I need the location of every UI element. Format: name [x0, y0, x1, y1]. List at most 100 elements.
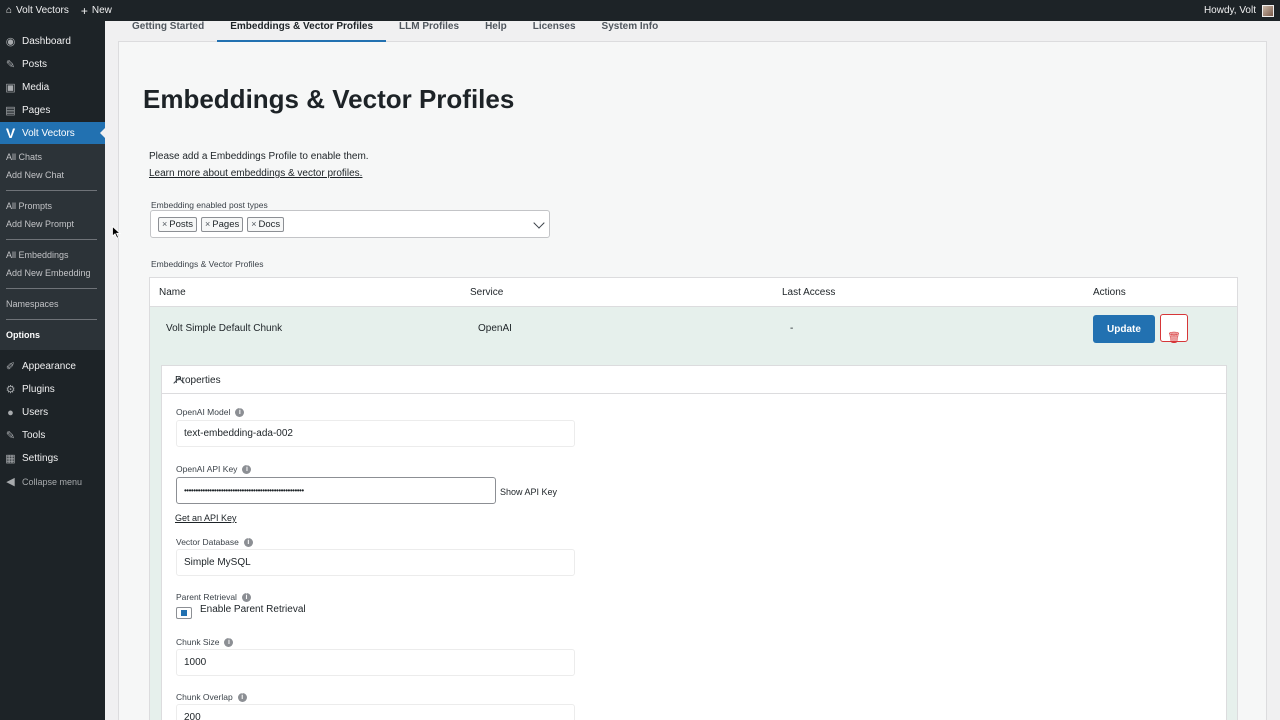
volt-v-icon: V [5, 125, 16, 141]
submenu-divider [6, 190, 97, 191]
menu-item-volt-vectors[interactable]: V Volt Vectors [0, 122, 105, 144]
parent-retrieval-label-text: Parent Retrieval [176, 592, 237, 602]
menu-label: Settings [22, 453, 59, 464]
profile-name: Volt Simple Default Chunk [166, 323, 283, 334]
appearance-icon: ✐ [5, 361, 16, 373]
menu-label: Tools [22, 430, 46, 441]
menu-label: Users [22, 407, 49, 418]
post-types-select[interactable]: × Posts × Pages × Docs [150, 210, 550, 238]
info-icon[interactable]: i [241, 592, 251, 602]
chunk-size-label: Chunk Size i [176, 637, 234, 647]
info-icon[interactable]: i [237, 692, 247, 702]
api-key-label: OpenAI API Key i [176, 464, 252, 474]
update-button[interactable]: Update [1093, 315, 1155, 343]
submenu-divider [6, 239, 97, 240]
tab-getting-started[interactable]: Getting Started [119, 21, 217, 41]
table-header: Name Service Last Access Actions [150, 278, 1237, 307]
tab-system-info[interactable]: System Info [589, 21, 672, 41]
pages-icon: ▤ [5, 105, 16, 117]
submenu-all-prompts[interactable]: All Prompts [0, 197, 105, 215]
menu-label: Appearance [22, 361, 76, 372]
menu-item-appearance[interactable]: ✐ Appearance [0, 355, 105, 378]
howdy-account[interactable]: Howdy, Volt [1198, 0, 1262, 21]
main-content: Embeddings & Vector Profiles Please add … [105, 21, 1280, 720]
menu-label: Collapse menu [22, 476, 83, 487]
show-api-key-button[interactable]: Show API Key [500, 487, 557, 497]
menu-item-tools[interactable]: ✎ Tools [0, 424, 105, 447]
submenu-add-new-embedding[interactable]: Add New Embedding [0, 264, 105, 282]
menu-item-settings[interactable]: ▦ Settings [0, 447, 105, 470]
properties-accordion: Properties OpenAI Model i text-embedding… [161, 365, 1227, 720]
submenu-add-new-prompt[interactable]: Add New Prompt [0, 215, 105, 233]
chunk-overlap-input[interactable]: 200 [176, 704, 575, 720]
post-type-chip[interactable]: × Pages [201, 216, 244, 232]
menu-item-users[interactable]: ● Users [0, 401, 105, 424]
submenu-namespaces[interactable]: Namespaces [0, 295, 105, 313]
submenu-all-embeddings[interactable]: All Embeddings [0, 246, 105, 264]
submenu-divider [6, 288, 97, 289]
info-icon[interactable]: i [235, 407, 245, 417]
remove-icon[interactable]: × [205, 219, 210, 229]
remove-icon[interactable]: × [162, 219, 167, 229]
chunk-overlap-label: Chunk Overlap i [176, 692, 247, 702]
vector-db-select[interactable]: Simple MySQL [176, 549, 575, 576]
table-row[interactable]: Volt Simple Default Chunk OpenAI - Updat… [150, 307, 1237, 351]
admin-sidebar: ◉ Dashboard ✎ Posts ▣ Media ▤ Pages V Volt Vect… [0, 21, 105, 720]
menu-item-dashboard[interactable]: ◉ Dashboard [0, 30, 105, 53]
chunk-size-input[interactable]: 1000 [176, 649, 575, 676]
tab-llm-profiles[interactable]: LLM Profiles [386, 21, 472, 41]
info-icon[interactable]: i [242, 464, 252, 474]
post-type-label: Pages [212, 218, 240, 230]
menu-label: Posts [22, 59, 48, 70]
parent-retrieval-checkbox[interactable] [176, 607, 192, 619]
notice-text: Please add a Embeddings Profile to enabl… [149, 151, 369, 162]
chevron-down-icon[interactable] [533, 217, 545, 229]
menu-label: Volt Vectors [22, 127, 75, 139]
tab-help[interactable]: Help [472, 21, 520, 41]
enable-parent-retrieval-label[interactable]: Enable Parent Retrieval [200, 604, 306, 615]
page-title: Embeddings & Vector Profiles [143, 84, 515, 114]
tab-licenses[interactable]: Licenses [520, 21, 589, 41]
profiles-table: Name Service Last Access Actions Volt Si… [149, 277, 1238, 720]
new-label: New [91, 5, 112, 16]
avatar[interactable] [1262, 4, 1274, 17]
settings-panel: Embeddings & Vector Profiles Please add … [118, 41, 1267, 720]
properties-header[interactable]: Properties [162, 366, 1226, 394]
chunk-size-label-text: Chunk Size [176, 637, 220, 647]
menu-item-collapse-menu[interactable]: ◀ Collapse menu [0, 470, 105, 493]
col-service: Service [470, 287, 504, 298]
menu-item-posts[interactable]: ✎ Posts [0, 53, 105, 76]
submenu-add-new-chat[interactable]: Add New Chat [0, 166, 105, 184]
info-icon[interactable]: i [243, 537, 253, 547]
info-icon[interactable]: i [224, 637, 234, 647]
site-name-link[interactable]: ⌂ Volt Vectors [0, 0, 75, 21]
new-content-link[interactable]: + New [75, 0, 118, 21]
submenu-options[interactable]: Options [0, 326, 105, 344]
menu-item-plugins[interactable]: ⚙ Plugins [0, 378, 105, 401]
learn-more-link[interactable]: Learn more about embeddings & vector pro… [149, 168, 362, 179]
users-icon: ● [7, 406, 14, 419]
pin-icon: ✎ [5, 59, 16, 71]
tab-embeddings-vector-profiles[interactable]: Embeddings & Vector Profiles [217, 21, 387, 42]
post-types-label: Embedding enabled post types [151, 200, 268, 210]
post-type-chip[interactable]: × Posts [158, 216, 198, 232]
api-key-label-text: OpenAI API Key [176, 464, 238, 474]
post-type-label: Posts [169, 218, 194, 230]
openai-model-label: OpenAI Model i [176, 407, 245, 417]
delete-button[interactable]: 🗑 [1160, 314, 1188, 344]
get-api-key-link[interactable]: Get an API Key [175, 513, 237, 523]
trash-icon: 🗑 [1167, 332, 1181, 344]
settings-tabs: Getting Started Embeddings & Vector Profi… [119, 21, 672, 42]
menu-label: Dashboard [22, 36, 71, 47]
api-key-input[interactable]: ••••••••••••••••••••••••••••••••••••••••… [176, 477, 496, 504]
menu-item-pages[interactable]: ▤ Pages [0, 99, 105, 122]
collapse-icon: ◀ [6, 476, 15, 488]
remove-icon[interactable]: × [251, 219, 256, 229]
submenu-all-chats[interactable]: All Chats [0, 148, 105, 166]
openai-model-select[interactable]: text-embedding-ada-002 [176, 420, 575, 447]
vector-db-label-text: Vector Database [176, 537, 239, 547]
post-type-label: Docs [258, 218, 281, 230]
menu-label: Pages [22, 105, 51, 116]
post-type-chip[interactable]: × Docs [247, 216, 285, 232]
menu-item-media[interactable]: ▣ Media [0, 76, 105, 99]
